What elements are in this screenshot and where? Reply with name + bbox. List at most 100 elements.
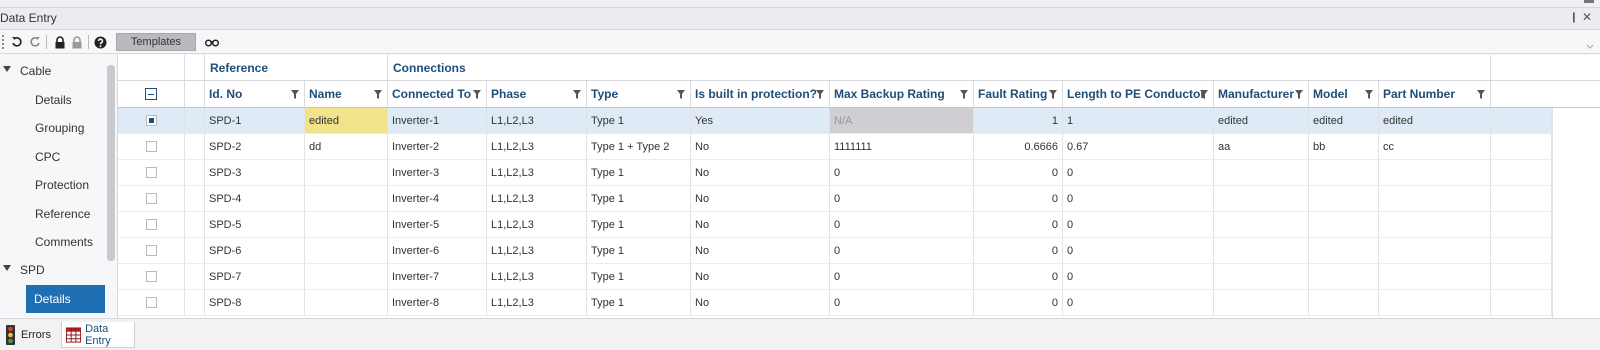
cell-builtin[interactable]: No bbox=[691, 290, 830, 315]
errors-tab[interactable]: Errors bbox=[6, 322, 60, 348]
sidebar-group-cable[interactable]: Cable bbox=[0, 57, 108, 85]
cell-length-pe[interactable]: 0.67 bbox=[1063, 134, 1214, 159]
cell-max-backup[interactable]: 0 bbox=[830, 290, 974, 315]
table-row[interactable]: SPD-7 Inverter-7 L1,L2,L3 Type 1 No 0 0 0 bbox=[118, 264, 1600, 290]
cell-length-pe[interactable]: 0 bbox=[1063, 264, 1214, 289]
cell-max-backup[interactable]: 0 bbox=[830, 160, 974, 185]
cell-manufacturer[interactable] bbox=[1214, 160, 1309, 185]
cell-connected-to[interactable]: Inverter-7 bbox=[388, 264, 487, 289]
cell-name[interactable] bbox=[305, 186, 388, 211]
cell-part[interactable]: edited bbox=[1379, 108, 1491, 133]
cell-connected-to[interactable]: Inverter-6 bbox=[388, 238, 487, 263]
cell-model[interactable]: edited bbox=[1309, 108, 1379, 133]
templates-button[interactable]: Templates bbox=[116, 33, 196, 51]
cell-connected-to[interactable]: Inverter-1 bbox=[388, 108, 487, 133]
table-row[interactable]: SPD-4 Inverter-4 L1,L2,L3 Type 1 No 0 0 0 bbox=[118, 186, 1600, 212]
cell-builtin[interactable]: No bbox=[691, 186, 830, 211]
cell-part[interactable] bbox=[1379, 290, 1491, 315]
filter-icon[interactable] bbox=[1049, 90, 1057, 99]
sidebar-item-comments[interactable]: Comments bbox=[0, 228, 108, 256]
cell-phase[interactable]: L1,L2,L3 bbox=[487, 160, 587, 185]
sidebar-item-protection[interactable]: Protection bbox=[0, 171, 108, 199]
close-icon[interactable]: ✕ bbox=[1582, 10, 1592, 24]
cell-fault[interactable]: 0.6666 bbox=[974, 134, 1063, 159]
sidebar-item-cable-details[interactable]: Details bbox=[0, 86, 108, 114]
cell-name[interactable] bbox=[305, 160, 388, 185]
cell-length-pe[interactable]: 0 bbox=[1063, 160, 1214, 185]
cell-model[interactable] bbox=[1309, 186, 1379, 211]
cell-name[interactable] bbox=[305, 238, 388, 263]
sidebar-item-spd-details[interactable]: Details bbox=[26, 285, 105, 313]
cell-part[interactable] bbox=[1379, 186, 1491, 211]
help-button[interactable] bbox=[92, 33, 109, 51]
table-row[interactable]: SPD-6 Inverter-6 L1,L2,L3 Type 1 No 0 0 0 bbox=[118, 238, 1600, 264]
cell-part[interactable] bbox=[1379, 264, 1491, 289]
filter-icon[interactable] bbox=[1365, 90, 1373, 99]
cell-connected-to[interactable]: Inverter-5 bbox=[388, 212, 487, 237]
select-all-checkbox[interactable] bbox=[145, 88, 157, 100]
column-header-fault[interactable]: Fault Rating bbox=[974, 81, 1063, 107]
cell-max-backup[interactable]: 0 bbox=[830, 238, 974, 263]
cell-fault[interactable]: 0 bbox=[974, 186, 1063, 211]
row-checkbox[interactable] bbox=[145, 219, 157, 230]
table-row[interactable]: SPD-1 edited Inverter-1 L1,L2,L3 Type 1 Yes N/… bbox=[118, 108, 1600, 134]
cell-id[interactable]: SPD-7 bbox=[205, 264, 305, 289]
cell-fault[interactable]: 0 bbox=[974, 238, 1063, 263]
cell-phase[interactable]: L1,L2,L3 bbox=[487, 212, 587, 237]
column-header-length-pe[interactable]: Length to PE Conductor bbox=[1063, 81, 1214, 107]
cell-id[interactable]: SPD-5 bbox=[205, 212, 305, 237]
cell-id[interactable]: SPD-2 bbox=[205, 134, 305, 159]
cell-builtin[interactable]: No bbox=[691, 238, 830, 263]
cell-builtin[interactable]: No bbox=[691, 160, 830, 185]
filter-icon[interactable] bbox=[960, 90, 968, 99]
sidebar-item-cpc[interactable]: CPC bbox=[0, 143, 108, 171]
cell-phase[interactable]: L1,L2,L3 bbox=[487, 108, 587, 133]
cell-fault[interactable]: 0 bbox=[974, 290, 1063, 315]
cell-builtin[interactable]: No bbox=[691, 264, 830, 289]
pin-icon[interactable]: ❙ bbox=[1570, 12, 1578, 23]
undo-button[interactable] bbox=[8, 33, 25, 51]
cell-part[interactable] bbox=[1379, 212, 1491, 237]
cell-model[interactable] bbox=[1309, 264, 1379, 289]
sidebar-item-reference[interactable]: Reference bbox=[0, 200, 108, 228]
filter-icon[interactable] bbox=[374, 90, 382, 99]
filter-icon[interactable] bbox=[1477, 90, 1485, 99]
cell-length-pe[interactable]: 0 bbox=[1063, 212, 1214, 237]
sidebar-scrollbar[interactable] bbox=[107, 65, 115, 261]
filter-icon[interactable] bbox=[291, 90, 299, 99]
cell-phase[interactable]: L1,L2,L3 bbox=[487, 238, 587, 263]
cell-builtin[interactable]: Yes bbox=[691, 108, 830, 133]
cell-manufacturer[interactable]: aa bbox=[1214, 134, 1309, 159]
cell-manufacturer[interactable]: edited bbox=[1214, 108, 1309, 133]
cell-length-pe[interactable]: 0 bbox=[1063, 186, 1214, 211]
column-header-builtin[interactable]: Is built in protection? bbox=[691, 81, 830, 107]
cell-id[interactable]: SPD-8 bbox=[205, 290, 305, 315]
row-checkbox[interactable] bbox=[145, 245, 157, 256]
cell-fault[interactable]: 0 bbox=[974, 160, 1063, 185]
grid-vertical-scroll-area[interactable] bbox=[1552, 108, 1600, 318]
cell-id[interactable]: SPD-6 bbox=[205, 238, 305, 263]
row-checkbox[interactable] bbox=[145, 271, 157, 282]
cell-part[interactable]: cc bbox=[1379, 134, 1491, 159]
cell-name[interactable]: edited bbox=[305, 108, 388, 133]
cell-builtin[interactable]: No bbox=[691, 212, 830, 237]
cell-max-backup[interactable]: 0 bbox=[830, 264, 974, 289]
cell-fault[interactable]: 0 bbox=[974, 264, 1063, 289]
lock-button[interactable] bbox=[51, 33, 68, 51]
cell-connected-to[interactable]: Inverter-3 bbox=[388, 160, 487, 185]
filter-icon[interactable] bbox=[573, 90, 581, 99]
cell-phase[interactable]: L1,L2,L3 bbox=[487, 264, 587, 289]
cell-model[interactable] bbox=[1309, 290, 1379, 315]
cell-part[interactable] bbox=[1379, 238, 1491, 263]
table-row[interactable]: SPD-5 Inverter-5 L1,L2,L3 Type 1 No 0 0 0 bbox=[118, 212, 1600, 238]
column-header-max-backup[interactable]: Max Backup Rating bbox=[830, 81, 974, 107]
cell-part[interactable] bbox=[1379, 160, 1491, 185]
column-header-manufacturer[interactable]: Manufacturer bbox=[1214, 81, 1309, 107]
cell-length-pe[interactable]: 1 bbox=[1063, 108, 1214, 133]
cell-max-backup[interactable]: N/A bbox=[830, 108, 974, 133]
filter-icon[interactable] bbox=[1295, 90, 1303, 99]
cell-type[interactable]: Type 1 bbox=[587, 160, 691, 185]
column-header-part[interactable]: Part Number bbox=[1379, 81, 1491, 107]
toolbar-grip[interactable] bbox=[2, 35, 4, 49]
cell-type[interactable]: Type 1 bbox=[587, 290, 691, 315]
